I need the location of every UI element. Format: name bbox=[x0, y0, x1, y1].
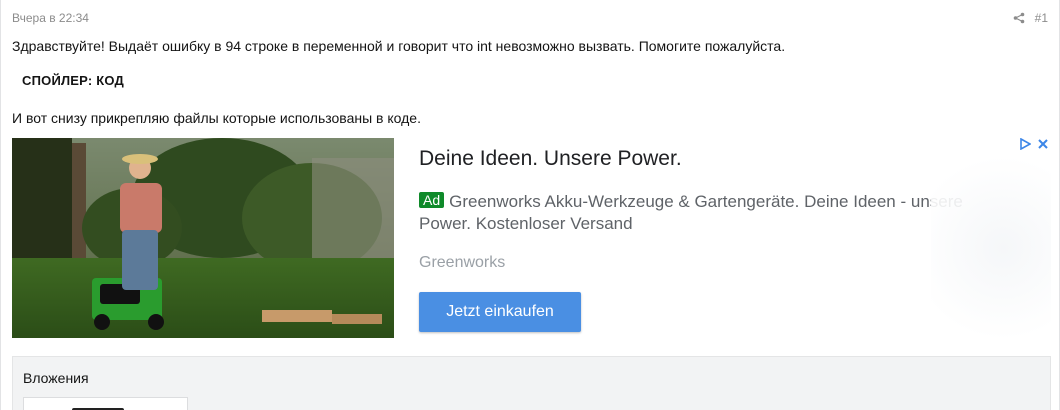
ad-description-text: Greenworks Akku-Werkzeuge & Gartengeräte… bbox=[419, 192, 963, 233]
attachments-title: Вложения bbox=[23, 370, 89, 386]
advertisement[interactable]: Deine Ideen. Unsere Power. Ad Greenworks … bbox=[12, 138, 1051, 338]
spoiler-toggle-button[interactable]: СПОЙЛЕР: КОД bbox=[22, 73, 124, 88]
post-message-text-2: И вот снизу прикрепляю файлы которые исп… bbox=[12, 110, 421, 126]
adchoices-icon[interactable] bbox=[1019, 138, 1031, 150]
forum-post: Вчера в 22:34 #1 Здравствуйте! Выдаёт ош… bbox=[0, 0, 1060, 410]
ad-title[interactable]: Deine Ideen. Unsere Power. bbox=[419, 147, 682, 171]
attachment-thumbnail[interactable] bbox=[23, 397, 188, 410]
ad-background-graphic bbox=[931, 138, 1051, 338]
ad-choices bbox=[1019, 138, 1049, 150]
ad-description: Ad Greenworks Akku-Werkzeuge & Gartengerä… bbox=[419, 191, 1009, 235]
post-message-text: Здравствуйте! Выдаёт ошибку в 94 строке … bbox=[12, 38, 786, 54]
post-date[interactable]: Вчера в 22:34 bbox=[12, 11, 89, 25]
ad-badge: Ad bbox=[419, 192, 445, 208]
ad-brand[interactable]: Greenworks bbox=[419, 254, 505, 272]
ad-cta-button[interactable]: Jetzt einkaufen bbox=[419, 292, 581, 332]
ad-image[interactable] bbox=[12, 138, 394, 338]
attachments-panel: Вложения bbox=[12, 356, 1051, 410]
close-icon[interactable] bbox=[1037, 138, 1049, 150]
post-header: Вчера в 22:34 #1 bbox=[12, 11, 1048, 27]
share-icon[interactable] bbox=[1013, 12, 1025, 24]
post-number-link[interactable]: #1 bbox=[1035, 11, 1048, 25]
post-actions: #1 bbox=[1013, 11, 1048, 25]
